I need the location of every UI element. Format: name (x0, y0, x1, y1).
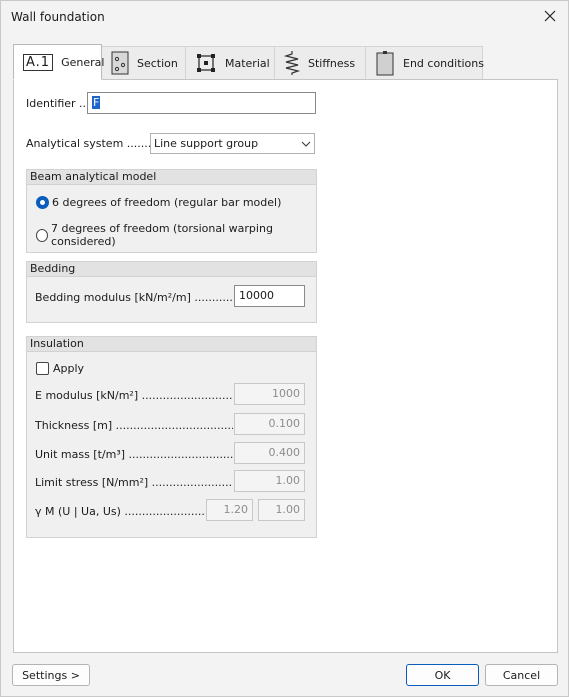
tab-section-label: Section (137, 56, 178, 70)
cancel-button[interactable]: Cancel (485, 664, 558, 686)
close-icon (544, 10, 556, 25)
beam-model-group: Beam analytical model 6 degrees of freed… (26, 169, 317, 253)
radio-6-dof[interactable]: 6 degrees of freedom (regular bar model) (36, 196, 281, 209)
close-button[interactable] (536, 3, 564, 31)
general-panel: Identifier ... F Analytical system .....… (13, 79, 558, 653)
identifier-field[interactable]: F (87, 92, 316, 114)
tab-strip: A.1 General Section Material Stiffness E… (13, 44, 484, 80)
material-icon (195, 52, 217, 74)
settings-button[interactable]: Settings > (12, 664, 90, 686)
bedding-modulus-field[interactable]: 10000 (234, 285, 305, 307)
identifier-label: Identifier ... (26, 97, 90, 110)
radio-7-dof[interactable]: 7 degrees of freedom (torsional warping … (36, 222, 316, 248)
analytical-system-dropdown[interactable]: Line support group (150, 133, 315, 154)
tab-general[interactable]: A.1 General (13, 44, 105, 80)
analytical-system-label: Analytical system ......... (26, 137, 159, 150)
gamma-m-field-1[interactable]: 1.20 (206, 499, 253, 521)
gamma-m-label: γ M (U | Ua, Us) .......................… (35, 505, 207, 518)
tab-general-label: General (61, 55, 105, 69)
bedding-title: Bedding (27, 262, 316, 277)
tab-section[interactable]: Section (102, 46, 186, 80)
apply-checkbox-box (36, 362, 49, 375)
insulation-group: Insulation Apply E modulus [kN/m²] .....… (26, 336, 317, 538)
thickness-label: Thickness [m] ..........................… (35, 419, 233, 432)
bedding-modulus-label: Bedding modulus [kN/m²/m] ..............… (35, 291, 233, 304)
section-icon (111, 51, 129, 75)
a1-icon: A.1 (23, 53, 54, 71)
dialog-window: Wall foundation A.1 General Section Mate… (0, 0, 569, 697)
window-title: Wall foundation (11, 10, 105, 24)
e-modulus-field[interactable]: 1000 (234, 383, 305, 405)
end-conditions-icon (375, 50, 395, 76)
analytical-system-value: Line support group (154, 137, 259, 150)
tab-material[interactable]: Material (186, 46, 275, 80)
limit-stress-label: Limit stress [N/mm²] ...................… (35, 476, 233, 489)
beam-model-title: Beam analytical model (27, 170, 316, 185)
tab-end-conditions[interactable]: End conditions (366, 46, 484, 80)
identifier-value: F (92, 96, 101, 109)
chevron-down-icon (301, 137, 311, 150)
bedding-group: Bedding Bedding modulus [kN/m²/m] ......… (26, 261, 317, 323)
tab-material-label: Material (225, 56, 270, 70)
tab-end-conditions-label: End conditions (403, 56, 484, 70)
spring-icon (284, 50, 300, 76)
radio-7-dof-dot (36, 228, 49, 242)
insulation-title: Insulation (27, 337, 316, 352)
unit-mass-field[interactable]: 0.400 (234, 442, 305, 464)
radio-7-dof-label: 7 degrees of freedom (torsional warping … (51, 222, 273, 248)
apply-checkbox[interactable]: Apply (36, 362, 84, 375)
limit-stress-field[interactable]: 1.00 (234, 470, 305, 492)
radio-6-dof-label: 6 degrees of freedom (regular bar model) (52, 196, 282, 209)
gamma-m-field-2[interactable]: 1.00 (258, 499, 305, 521)
apply-label: Apply (53, 362, 85, 375)
radio-6-dof-dot (36, 196, 49, 209)
unit-mass-label: Unit mass [t/m³] .......................… (35, 448, 233, 461)
thickness-field[interactable]: 0.100 (234, 413, 305, 435)
e-modulus-label: E modulus [kN/m²] ......................… (35, 389, 233, 402)
ok-button[interactable]: OK (406, 664, 479, 686)
tab-stiffness[interactable]: Stiffness (275, 46, 366, 80)
title-bar: Wall foundation (1, 1, 568, 33)
tab-stiffness-label: Stiffness (308, 56, 356, 70)
